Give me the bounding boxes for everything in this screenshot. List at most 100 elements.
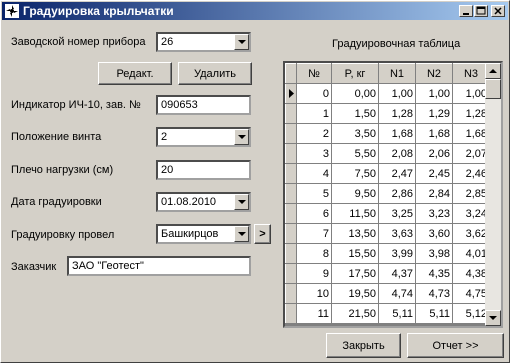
table-cell[interactable]: 1,29: [415, 103, 453, 124]
row-selector[interactable]: [285, 163, 297, 184]
table-row[interactable]: 3 5,50 2,08 2,06 2,07: [285, 143, 490, 164]
table-cell[interactable]: 9,50: [331, 183, 379, 204]
row-selector[interactable]: [285, 103, 297, 124]
table-cell[interactable]: 11,50: [331, 203, 379, 224]
table-cell[interactable]: 1,00: [452, 83, 490, 104]
table-cell[interactable]: 19,50: [331, 283, 379, 304]
table-cell[interactable]: 1,50: [331, 103, 379, 124]
table-scrollbar[interactable]: [485, 63, 501, 326]
table-cell[interactable]: 2,45: [415, 163, 453, 184]
row-selector[interactable]: [285, 143, 297, 164]
minimize-button[interactable]: [459, 5, 473, 17]
current-row-indicator[interactable]: [285, 83, 297, 104]
table-cell[interactable]: 0: [296, 83, 332, 104]
column-header[interactable]: N3: [452, 63, 490, 84]
table-cell[interactable]: 3,50: [331, 123, 379, 144]
row-selector[interactable]: [285, 283, 297, 304]
table-row[interactable]: 2 3,50 1,68 1,68 1,68: [285, 123, 490, 144]
serial-number-select[interactable]: 26: [156, 32, 251, 52]
table-cell[interactable]: 3,62: [452, 223, 490, 244]
table-cell[interactable]: 2,47: [378, 163, 416, 184]
calibration-date-picker[interactable]: 01.08.2010: [156, 192, 251, 212]
table-cell[interactable]: 13,50: [331, 223, 379, 244]
row-selector[interactable]: [285, 223, 297, 244]
table-cell[interactable]: 7: [296, 223, 332, 244]
table-cell[interactable]: 4: [296, 163, 332, 184]
maximize-button[interactable]: [474, 5, 488, 17]
chevron-down-icon[interactable]: [234, 226, 249, 242]
table-row[interactable]: 11 21,50 5,11 5,11 5,12: [285, 303, 490, 324]
load-arm-input[interactable]: 20: [156, 160, 251, 180]
chevron-down-icon[interactable]: [234, 194, 249, 210]
table-cell[interactable]: 4,38: [452, 263, 490, 284]
table-cell[interactable]: 11: [296, 303, 332, 324]
column-header[interactable]: P, кг: [331, 63, 379, 84]
table-cell[interactable]: 1,28: [452, 103, 490, 124]
table-row[interactable]: 4 7,50 2,47 2,45 2,46: [285, 163, 490, 184]
column-header[interactable]: N2: [415, 63, 453, 84]
table-cell[interactable]: 3: [296, 143, 332, 164]
table-cell[interactable]: 1,68: [452, 123, 490, 144]
calibration-grid[interactable]: № P, кг N1 N2 N3 0 0,00 1,00 1,00 1,00 1 1,50 1…: [283, 61, 503, 328]
table-row[interactable]: 10 19,50 4,74 4,73 4,75: [285, 283, 490, 304]
delete-button[interactable]: Удалить: [178, 62, 252, 85]
table-cell[interactable]: 3,98: [415, 243, 453, 264]
table-cell[interactable]: 2,86: [378, 183, 416, 204]
table-cell[interactable]: 9: [296, 263, 332, 284]
table-row[interactable]: 6 11,50 3,25 3,23 3,24: [285, 203, 490, 224]
table-cell[interactable]: 17,50: [331, 263, 379, 284]
table-cell[interactable]: 1,00: [378, 83, 416, 104]
table-cell[interactable]: 1,00: [415, 83, 453, 104]
table-cell[interactable]: 2,84: [415, 183, 453, 204]
chevron-down-icon[interactable]: [234, 34, 249, 50]
scroll-down-icon[interactable]: [485, 310, 501, 326]
table-row[interactable]: 7 13,50 3,63 3,60 3,62: [285, 223, 490, 244]
table-cell[interactable]: 5,50: [331, 143, 379, 164]
table-cell[interactable]: 3,24: [452, 203, 490, 224]
column-header[interactable]: N1: [378, 63, 416, 84]
table-cell[interactable]: 2,08: [378, 143, 416, 164]
table-cell[interactable]: 7,50: [331, 163, 379, 184]
table-cell[interactable]: 1: [296, 103, 332, 124]
table-cell[interactable]: 6: [296, 203, 332, 224]
row-selector[interactable]: [285, 263, 297, 284]
table-cell[interactable]: 2,46: [452, 163, 490, 184]
table-cell[interactable]: 3,60: [415, 223, 453, 244]
table-cell[interactable]: 3,63: [378, 223, 416, 244]
table-cell[interactable]: 3,25: [378, 203, 416, 224]
chevron-down-icon[interactable]: [234, 129, 249, 145]
table-cell[interactable]: 2,07: [452, 143, 490, 164]
table-cell[interactable]: 4,01: [452, 243, 490, 264]
row-selector[interactable]: [285, 123, 297, 144]
table-row[interactable]: 5 9,50 2,86 2,84 2,85: [285, 183, 490, 204]
table-cell[interactable]: 1,28: [378, 103, 416, 124]
screw-position-select[interactable]: 2: [156, 127, 251, 147]
scroll-up-icon[interactable]: [485, 63, 501, 79]
close-window-button[interactable]: [491, 5, 505, 17]
table-cell[interactable]: 4,75: [452, 283, 490, 304]
table-cell[interactable]: 2,06: [415, 143, 453, 164]
table-cell[interactable]: 5,12: [452, 303, 490, 324]
table-cell[interactable]: 4,37: [378, 263, 416, 284]
row-selector[interactable]: [285, 183, 297, 204]
row-selector[interactable]: [285, 303, 297, 324]
performer-next-button[interactable]: >: [254, 224, 271, 244]
table-cell[interactable]: 3,99: [378, 243, 416, 264]
table-cell[interactable]: 5,11: [378, 303, 416, 324]
report-button[interactable]: Отчет >>: [407, 333, 504, 358]
table-cell[interactable]: 1,68: [378, 123, 416, 144]
table-cell[interactable]: 8: [296, 243, 332, 264]
customer-input[interactable]: ЗАО "Геотест": [67, 256, 251, 276]
table-cell[interactable]: 15,50: [331, 243, 379, 264]
table-cell[interactable]: 5: [296, 183, 332, 204]
table-cell[interactable]: 4,35: [415, 263, 453, 284]
table-row[interactable]: 8 15,50 3,99 3,98 4,01: [285, 243, 490, 264]
table-row[interactable]: 1 1,50 1,28 1,29 1,28: [285, 103, 490, 124]
table-row[interactable]: 9 17,50 4,37 4,35 4,38: [285, 263, 490, 284]
table-row[interactable]: 0 0,00 1,00 1,00 1,00: [285, 83, 490, 104]
table-cell[interactable]: 10: [296, 283, 332, 304]
table-cell[interactable]: 0,00: [331, 83, 379, 104]
table-cell[interactable]: 2,85: [452, 183, 490, 204]
title-bar[interactable]: Градуировка крыльчатки: [2, 2, 508, 20]
performer-select[interactable]: Башкирцов: [156, 224, 251, 244]
